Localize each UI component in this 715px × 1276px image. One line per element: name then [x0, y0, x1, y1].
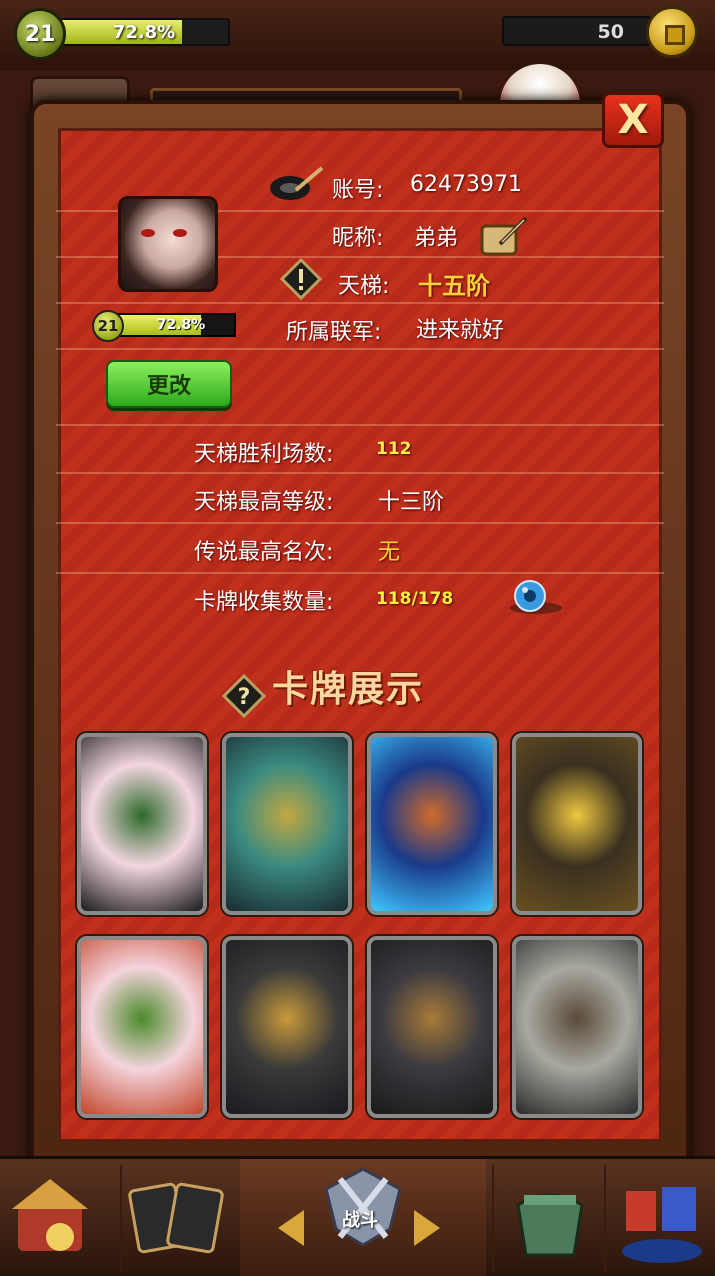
ladder-best-value: 十三阶: [378, 490, 445, 515]
top-hud: 72.8% 21 50: [0, 0, 715, 70]
brush-icon: [270, 166, 324, 200]
bronze-vessel-icon: [516, 1193, 584, 1257]
divider: [56, 572, 664, 574]
nav-shop-button[interactable]: [0, 1165, 112, 1273]
treasure-house-icon: [12, 1179, 88, 1251]
card-blue-scroll[interactable]: [367, 733, 497, 915]
help-icon[interactable]: ?: [222, 674, 266, 718]
account-label: 账号:: [332, 178, 384, 203]
nav-cards-button[interactable]: [120, 1165, 232, 1273]
coin-bar: 50: [502, 16, 652, 46]
card-misty-palace[interactable]: [222, 733, 352, 915]
ladder-best-label: 天梯最高等级:: [194, 490, 334, 515]
nav-alliance-button[interactable]: [604, 1165, 715, 1273]
xp-percent: 72.8%: [112, 22, 176, 43]
card-young-lord[interactable]: [367, 936, 497, 1118]
banner-icon: [622, 1187, 702, 1263]
card-battlefield-ruins[interactable]: [512, 936, 642, 1118]
level-badge[interactable]: 21: [14, 8, 66, 60]
divider: [56, 472, 664, 474]
battle-label: 战斗: [342, 1210, 378, 1231]
legend-best-value: 无: [378, 540, 401, 565]
card-warrior-green-robe[interactable]: [77, 733, 207, 915]
ladder-label: 天梯:: [338, 274, 390, 299]
profile-level-badge: 21: [92, 310, 124, 342]
profile-xp-bar: 72.8%: [110, 313, 236, 337]
nav-prev-arrow[interactable]: [278, 1210, 304, 1246]
divider: [56, 522, 664, 524]
card-armored-general[interactable]: [222, 936, 352, 1118]
coin-icon[interactable]: [646, 6, 698, 58]
nav-next-arrow[interactable]: [414, 1210, 440, 1246]
ladder-wins-value: 112: [376, 439, 412, 459]
svg-text:?: ?: [238, 685, 251, 710]
card-red-hair-warrior[interactable]: [77, 936, 207, 1118]
nickname-value: 弟弟: [414, 226, 459, 251]
account-value: 62473971: [410, 172, 522, 197]
ladder-info-icon[interactable]: [280, 258, 322, 300]
legend-best-label: 传说最高名次:: [194, 540, 334, 565]
xp-bar: 72.8%: [58, 18, 230, 46]
collection-orb-icon[interactable]: [506, 574, 564, 620]
card-golden-altar[interactable]: [512, 733, 642, 915]
close-button[interactable]: X: [602, 92, 664, 148]
coin-count: 50: [597, 21, 624, 43]
cards-collected-label: 卡牌收集数量:: [194, 590, 334, 615]
nav-forge-button[interactable]: [492, 1165, 604, 1273]
change-button[interactable]: 更改: [106, 360, 232, 408]
profile-xp-percent: 72.8%: [156, 317, 206, 333]
ladder-wins-label: 天梯胜利场数:: [194, 442, 334, 467]
alliance-label: 所属联军:: [286, 320, 382, 345]
nickname-label: 昵称:: [332, 226, 384, 251]
cards-collected-value: 118/178: [376, 589, 454, 609]
card-deck-icon: [128, 1182, 224, 1254]
player-avatar[interactable]: [118, 196, 218, 292]
divider: [56, 424, 664, 426]
edit-scroll-icon[interactable]: [478, 214, 530, 258]
divider: [56, 302, 664, 304]
alliance-value: 进来就好: [416, 318, 505, 343]
divider: [56, 348, 664, 350]
card-showcase-title: 卡牌展示: [272, 668, 425, 710]
ladder-value: 十五阶: [418, 271, 490, 300]
